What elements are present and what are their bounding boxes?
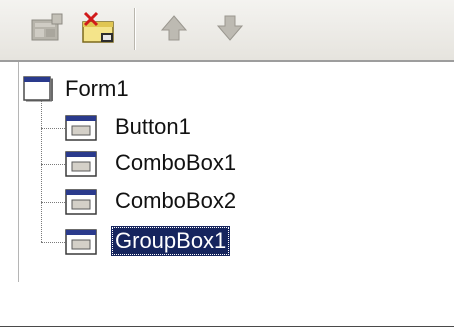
tree-node-label: ComboBox1 xyxy=(115,150,237,175)
bottom-divider xyxy=(0,326,454,327)
component-icon xyxy=(65,151,97,177)
tree-node-label: Form1 xyxy=(65,76,129,101)
delete-component-button[interactable] xyxy=(80,8,120,48)
move-up-arrow-icon xyxy=(160,15,188,41)
component-palette-button[interactable] xyxy=(28,8,68,48)
component-icon xyxy=(65,189,97,215)
tree-connector-vertical xyxy=(41,96,42,242)
tree-connector xyxy=(41,202,67,203)
tree-node-label-selected: GroupBox1 xyxy=(111,226,231,256)
component-palette-icon xyxy=(31,13,63,41)
tree-connector xyxy=(41,164,67,165)
tree-connector xyxy=(41,128,67,129)
tree-connector xyxy=(41,242,67,243)
component-icon xyxy=(65,229,97,255)
delete-component-icon xyxy=(82,11,114,43)
component-icon xyxy=(65,115,97,141)
toolbar xyxy=(0,0,454,60)
object-tree[interactable]: Form1 Button1 ComboBox1 ComboBox2 GroupB… xyxy=(18,62,454,282)
tree-node-label: Button1 xyxy=(115,114,191,139)
object-treeview-window: Form1 Button1 ComboBox1 ComboBox2 GroupB… xyxy=(0,0,454,331)
move-down-button[interactable] xyxy=(210,8,250,48)
tree-node-label: ComboBox2 xyxy=(115,188,237,213)
toolbar-separator xyxy=(134,8,136,50)
move-up-button[interactable] xyxy=(154,8,194,48)
form-icon xyxy=(23,76,53,102)
move-down-arrow-icon xyxy=(216,15,244,41)
